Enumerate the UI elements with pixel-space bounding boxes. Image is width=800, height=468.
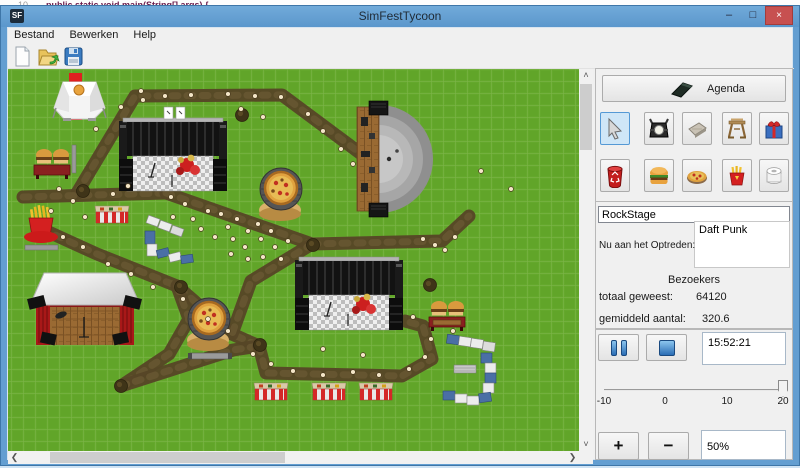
main-stage-rock[interactable] (119, 107, 227, 191)
stop-icon (659, 340, 675, 356)
scroll-left-icon[interactable]: ❮ (8, 451, 21, 464)
open-file-button[interactable] (36, 45, 60, 68)
tool-stage-structure[interactable] (722, 112, 752, 145)
metal-bench[interactable] (454, 365, 476, 373)
save-file-button[interactable] (62, 45, 86, 68)
pause-icon (621, 340, 627, 356)
new-file-button[interactable] (11, 45, 35, 68)
zoom-out-button[interactable]: − (648, 432, 689, 460)
toolbar (8, 44, 794, 69)
spotlight-icon (648, 117, 670, 141)
stage-info-groupbox: Daft Punk Nu aan het Optreden: Bezoekers… (595, 201, 793, 329)
title-bar[interactable]: SF SimFestTycoon – □ × (1, 6, 799, 27)
average-visitors-value: 320.6 (702, 313, 730, 325)
tool-trash-can[interactable] (600, 159, 630, 192)
menu-help[interactable]: Help (127, 28, 162, 42)
slider-tick-label: 20 (777, 396, 788, 407)
striped-stall-3[interactable] (312, 383, 346, 400)
save-floppy-icon (62, 45, 86, 68)
festival-map[interactable] (8, 69, 579, 451)
slider-tick-label: 0 (662, 396, 668, 407)
agenda-label: Agenda (707, 83, 745, 95)
speed-slider-track[interactable] (604, 389, 784, 391)
now-playing-box: Daft Punk (694, 221, 790, 268)
striped-stall-4[interactable] (359, 383, 393, 400)
scrollbar-corner (579, 451, 593, 464)
horizontal-scroll-thumb[interactable] (50, 452, 285, 463)
open-folder-icon (36, 45, 60, 68)
menu-bar: Bestand Bewerken Help (8, 28, 794, 44)
stop-button[interactable] (646, 334, 687, 361)
zoom-in-button[interactable]: + (598, 432, 639, 460)
tool-stage-light[interactable] (644, 112, 674, 145)
notebook-icon (669, 80, 695, 99)
minimize-button[interactable]: – (717, 6, 741, 25)
fries-icon (726, 164, 748, 188)
playback-groupbox: 15:52:21 -10 0 10 20 + − 50% (595, 329, 793, 460)
tools-groupbox: Agenda (595, 68, 793, 202)
map-vertical-scrollbar[interactable]: ˄ ˅ (579, 69, 593, 451)
pause-button[interactable] (598, 334, 639, 361)
tool-select-cursor[interactable] (600, 112, 630, 145)
menu-bewerken[interactable]: Bewerken (63, 28, 124, 42)
cursor-icon (604, 117, 626, 141)
now-playing-value: Daft Punk (699, 224, 747, 236)
visitors-header: Bezoekers (596, 274, 792, 286)
new-document-icon (11, 45, 35, 68)
tool-pizza-stand[interactable] (682, 159, 712, 192)
slider-tick-label: 10 (721, 396, 732, 407)
time-value: 15:52:21 (708, 337, 751, 349)
app-window: SF SimFestTycoon – □ × Bestand Bewerken … (0, 5, 800, 466)
pizza-stand-1[interactable] (259, 168, 302, 221)
vertical-scroll-thumb[interactable] (580, 84, 592, 150)
tool-gift-shop[interactable] (759, 112, 789, 145)
striped-stall-1[interactable] (95, 206, 129, 223)
toilet-paper-icon (763, 164, 785, 188)
close-button[interactable]: × (765, 6, 793, 25)
menu-bestand[interactable]: Bestand (8, 28, 60, 42)
average-visitors-label: gemiddeld aantal: (599, 313, 686, 325)
now-playing-label: Nu aan het Optreden: (599, 240, 695, 251)
time-display: 15:52:21 (702, 332, 786, 365)
slider-tick-label: -10 (597, 396, 611, 407)
zoom-level-display: 50% (701, 430, 786, 460)
map-horizontal-scrollbar[interactable]: ❮ ❯ (8, 451, 579, 464)
striped-stall-2[interactable] (254, 383, 288, 400)
barn-stage[interactable] (27, 273, 142, 346)
agenda-button[interactable]: Agenda (602, 75, 786, 102)
scroll-up-icon[interactable]: ˄ (579, 69, 593, 82)
total-visitors-label: totaal geweest: (599, 291, 673, 303)
total-visitors-value: 64120 (696, 291, 727, 303)
gift-box-icon (763, 117, 785, 141)
road-tile-icon (686, 117, 708, 141)
tool-fries-stand[interactable] (722, 159, 752, 192)
speed-slider-thumb[interactable] (778, 380, 788, 397)
tool-toilet[interactable] (759, 159, 789, 192)
zoom-level-value: 50% (707, 441, 729, 453)
maximize-button[interactable]: □ (741, 6, 765, 25)
window-title: SimFestTycoon (1, 9, 799, 23)
stage-frame-icon (726, 117, 748, 141)
scroll-right-icon[interactable]: ❯ (566, 451, 579, 464)
tool-burger-stand[interactable] (644, 159, 674, 192)
tool-road-tile[interactable] (682, 112, 712, 145)
pizza-icon (686, 164, 708, 188)
pause-icon (611, 340, 617, 356)
scroll-down-icon[interactable]: ˅ (579, 438, 593, 451)
hamburger-icon (648, 164, 670, 188)
main-stage-2[interactable] (295, 257, 403, 330)
trash-can-icon (604, 164, 626, 188)
